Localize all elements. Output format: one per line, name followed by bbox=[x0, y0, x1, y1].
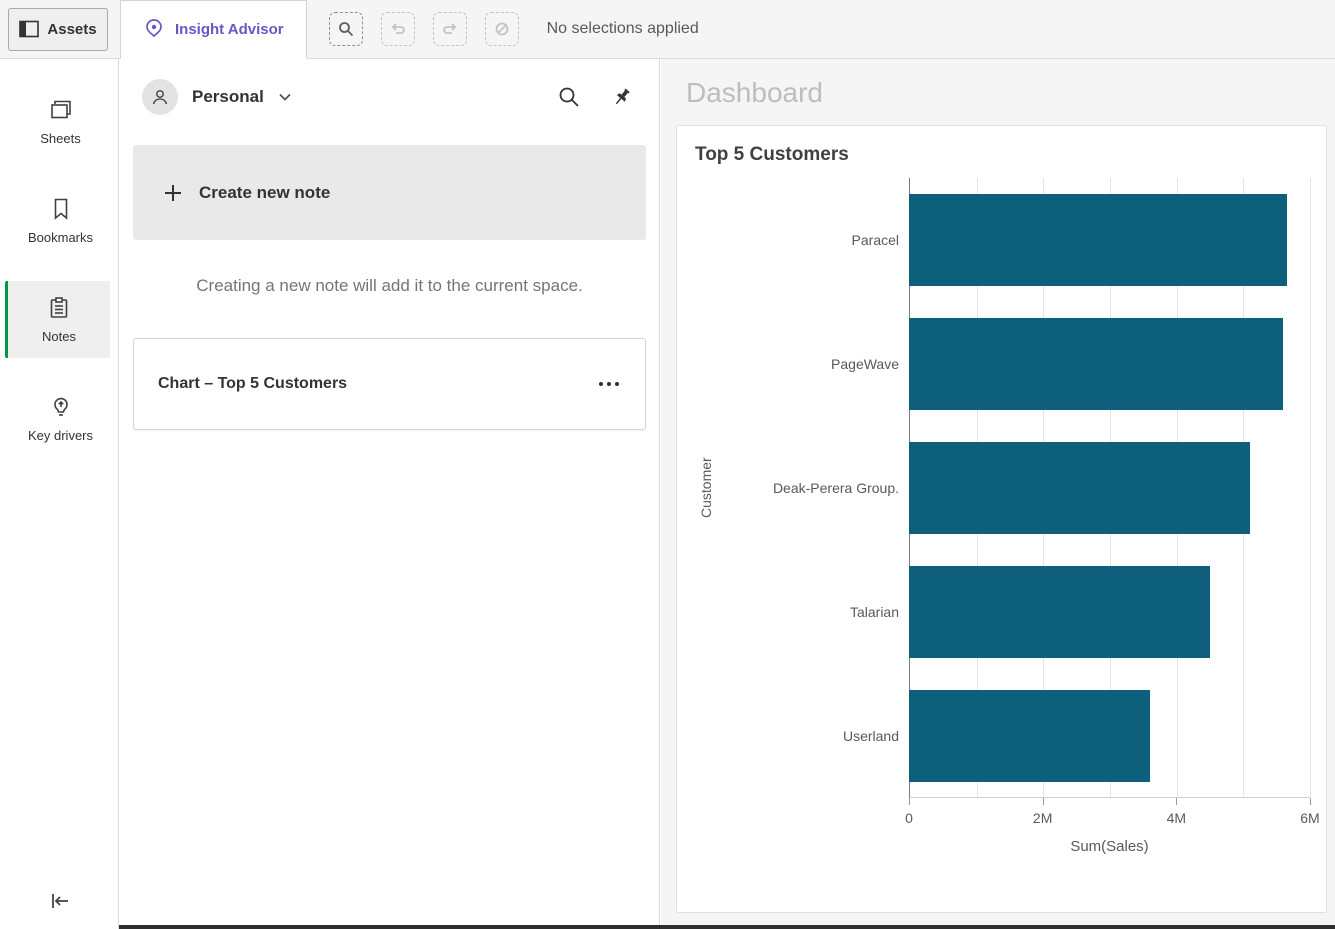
tick-label: 2M bbox=[1033, 810, 1052, 826]
tick-mark bbox=[1176, 798, 1177, 805]
bar-track bbox=[909, 318, 1310, 410]
bar[interactable] bbox=[909, 690, 1150, 782]
top-toolbar: Assets Insight Advisor No selections app… bbox=[0, 0, 1335, 59]
sidebar-item-sheets[interactable]: Sheets bbox=[8, 83, 110, 160]
sidebar-item-label: Notes bbox=[42, 329, 76, 344]
search-icon[interactable] bbox=[557, 85, 581, 109]
tick-label: 6M bbox=[1300, 810, 1319, 826]
note-card-title: Chart – Top 5 Customers bbox=[158, 375, 347, 393]
bar-track bbox=[909, 442, 1310, 534]
notes-panel: Personal Create new note Creating a new … bbox=[120, 59, 660, 925]
bar-row: Userland bbox=[719, 674, 1310, 798]
bar[interactable] bbox=[909, 318, 1283, 410]
collapse-sidebar-button[interactable] bbox=[0, 891, 119, 911]
assets-button[interactable]: Assets bbox=[8, 8, 108, 51]
category-label: Userland bbox=[719, 728, 909, 744]
sidebar-item-key-drivers[interactable]: Key drivers bbox=[8, 380, 110, 457]
tick-label: 0 bbox=[905, 810, 913, 826]
step-forward-icon[interactable] bbox=[433, 12, 467, 46]
insight-advisor-tab[interactable]: Insight Advisor bbox=[120, 0, 307, 59]
selections-status: No selections applied bbox=[547, 20, 699, 38]
bar-track bbox=[909, 690, 1310, 782]
chart-body: Customer Paracel PageWave Deak-Perera Grou… bbox=[693, 178, 1310, 896]
sidebar-item-bookmarks[interactable]: Bookmarks bbox=[8, 182, 110, 259]
sheets-icon bbox=[48, 97, 74, 123]
assets-button-label: Assets bbox=[47, 21, 96, 38]
notes-panel-header: Personal bbox=[120, 59, 659, 135]
bar[interactable] bbox=[909, 566, 1210, 658]
notes-icon bbox=[48, 295, 70, 321]
user-avatar-icon bbox=[142, 79, 178, 115]
y-axis-title: Customer bbox=[693, 178, 719, 798]
pin-icon[interactable] bbox=[611, 86, 633, 108]
clear-selections-icon[interactable] bbox=[485, 12, 519, 46]
search-selections-icon[interactable] bbox=[329, 12, 363, 46]
more-options-icon[interactable] bbox=[597, 376, 621, 392]
x-axis-title: Sum(Sales) bbox=[909, 830, 1310, 855]
bookmarks-icon bbox=[51, 196, 71, 222]
space-selector[interactable]: Personal bbox=[192, 87, 264, 107]
bottom-strip bbox=[119, 925, 1335, 929]
category-label: Deak-Perera Group. bbox=[719, 480, 909, 496]
bar-row: PageWave bbox=[719, 302, 1310, 426]
chart-card: Top 5 Customers Customer Paracel PageWave… bbox=[676, 125, 1327, 913]
bar[interactable] bbox=[909, 442, 1250, 534]
selection-tools bbox=[329, 12, 519, 46]
create-note-hint: Creating a new note will add it to the c… bbox=[150, 276, 629, 296]
bar-track bbox=[909, 566, 1310, 658]
tick-label: 4M bbox=[1167, 810, 1186, 826]
bar-row: Paracel bbox=[719, 178, 1310, 302]
create-note-button[interactable]: Create new note bbox=[133, 145, 646, 240]
plus-icon bbox=[163, 183, 183, 203]
create-note-label: Create new note bbox=[199, 183, 330, 203]
bar[interactable] bbox=[909, 194, 1287, 286]
collapse-sidebar-icon bbox=[48, 891, 72, 911]
category-label: Paracel bbox=[719, 232, 909, 248]
bar-track bbox=[909, 194, 1310, 286]
bar-row: Deak-Perera Group. bbox=[719, 426, 1310, 550]
plot-area: Paracel PageWave Deak-Perera Group. Talaria… bbox=[719, 178, 1310, 896]
tick-mark bbox=[1310, 798, 1311, 805]
x-axis-ticks: 02M4M6M bbox=[909, 798, 1310, 830]
page-title: Dashboard bbox=[686, 77, 1327, 109]
sidebar-item-label: Sheets bbox=[40, 131, 80, 146]
tick-mark bbox=[909, 798, 910, 805]
chevron-down-icon[interactable] bbox=[278, 92, 292, 102]
sidebar-item-label: Key drivers bbox=[28, 428, 93, 443]
left-sidebar: Sheets Bookmarks Notes Key drivers bbox=[0, 59, 119, 929]
chart-rows: Paracel PageWave Deak-Perera Group. Talaria… bbox=[719, 178, 1310, 798]
note-card[interactable]: Chart – Top 5 Customers bbox=[133, 338, 646, 430]
tick-mark bbox=[1043, 798, 1044, 805]
insight-advisor-icon bbox=[143, 18, 165, 40]
category-label: PageWave bbox=[719, 356, 909, 372]
dashboard-panel: Dashboard Top 5 Customers Customer Parac… bbox=[661, 59, 1335, 925]
key-drivers-icon bbox=[50, 394, 72, 420]
sidebar-item-notes[interactable]: Notes bbox=[5, 281, 110, 358]
step-back-icon[interactable] bbox=[381, 12, 415, 46]
category-label: Talarian bbox=[719, 604, 909, 620]
bar-row: Talarian bbox=[719, 550, 1310, 674]
assets-panel-icon bbox=[19, 20, 39, 38]
chart-title: Top 5 Customers bbox=[695, 144, 1310, 166]
insight-advisor-label: Insight Advisor bbox=[175, 21, 284, 38]
sidebar-item-label: Bookmarks bbox=[28, 230, 93, 245]
gridline bbox=[1310, 178, 1311, 797]
